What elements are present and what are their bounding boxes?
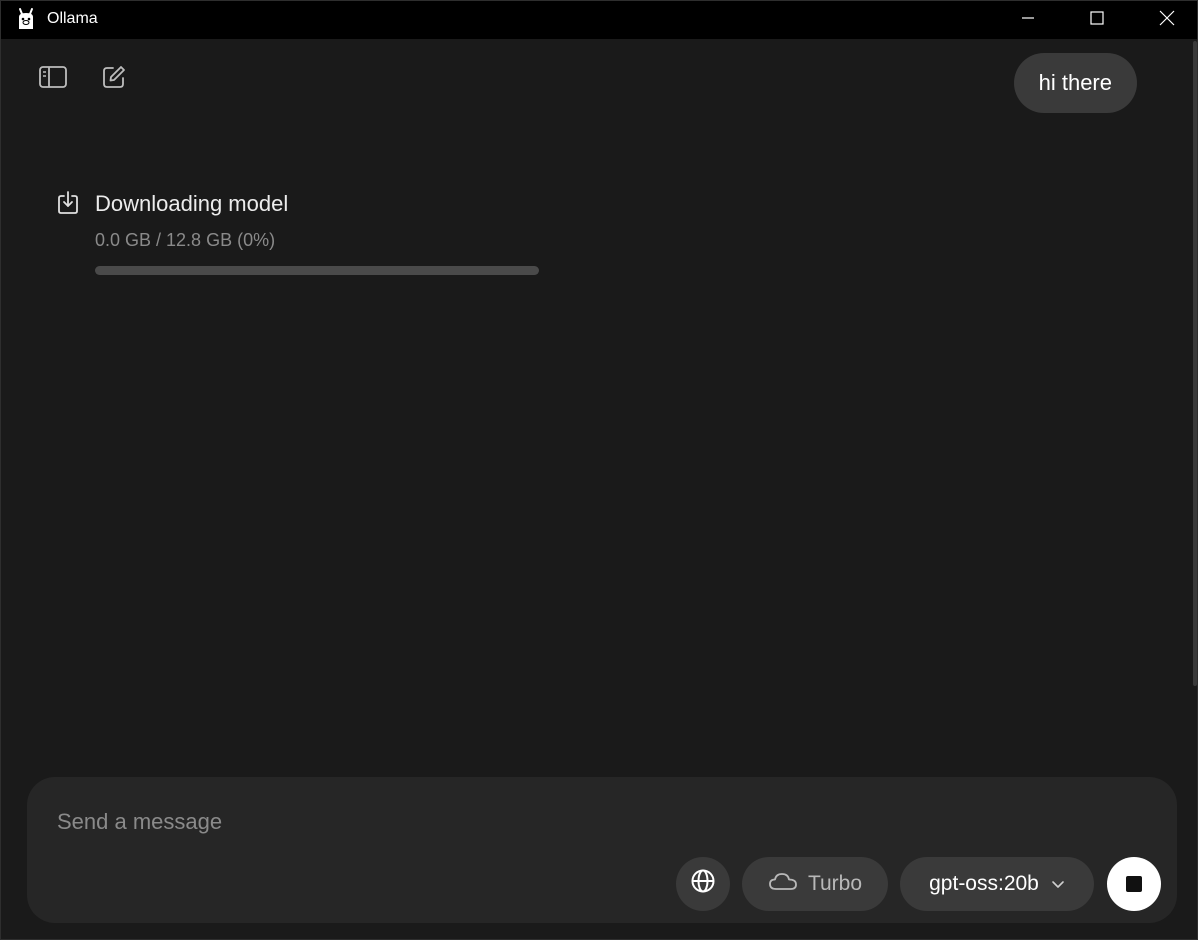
download-title: Downloading model: [95, 191, 289, 216]
ollama-llama-icon: [15, 7, 37, 31]
download-progress-bar: [95, 266, 539, 275]
turbo-label: Turbo: [807, 872, 863, 895]
title-bar[interactable]: Ollama: [1, 1, 1197, 39]
turbo-button[interactable]: Turbo: [742, 857, 888, 911]
stop-icon: [1126, 876, 1142, 892]
minimize-icon: [1021, 11, 1035, 30]
close-icon: [1159, 10, 1175, 31]
web-search-button[interactable]: [676, 857, 730, 911]
model-select[interactable]: gpt-oss:20b: [900, 857, 1094, 911]
maximize-icon: [1090, 10, 1104, 30]
cloud-icon: [768, 871, 798, 897]
new-chat-button[interactable]: [98, 63, 130, 95]
window-title: Ollama: [47, 10, 98, 27]
minimize-button[interactable]: [1005, 1, 1051, 39]
download-status: 0.0 GB / 12.8 GB (0%): [95, 230, 276, 250]
app-window: Ollama hi there Downloading model 0.0 GB…: [0, 0, 1198, 940]
globe-icon: [690, 868, 716, 900]
download-icon: [56, 190, 80, 216]
sidebar-toggle-icon: [38, 65, 68, 94]
sidebar-toggle-button[interactable]: [37, 63, 69, 95]
scrollbar[interactable]: [1193, 41, 1197, 686]
new-chat-icon: [101, 64, 127, 95]
maximize-button[interactable]: [1074, 1, 1120, 39]
chevron-down-icon: [1051, 872, 1065, 896]
close-button[interactable]: [1144, 1, 1190, 39]
message-composer: Turbo gpt-oss:20b: [27, 777, 1177, 923]
user-message-bubble: hi there: [1013, 53, 1137, 113]
stop-button[interactable]: [1107, 857, 1161, 911]
message-input[interactable]: [57, 805, 1137, 839]
model-label: gpt-oss:20b: [929, 872, 1039, 895]
